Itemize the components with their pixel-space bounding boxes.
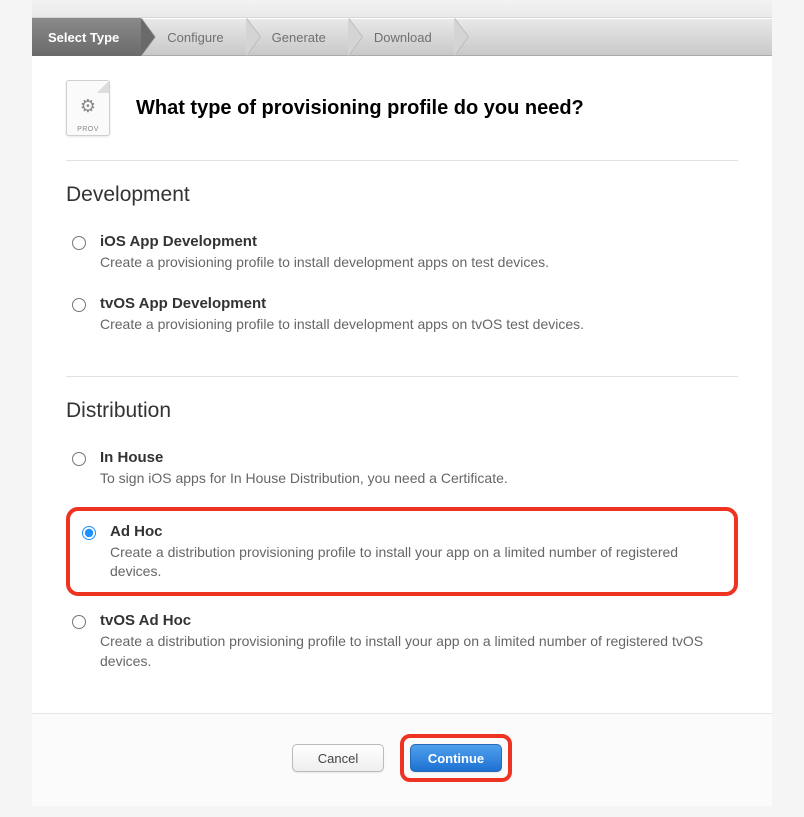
highlight-ad-hoc: Ad Hoc Create a distribution provisionin…: [66, 507, 738, 596]
step-configure[interactable]: Configure: [141, 18, 245, 56]
option-tvos-app-development[interactable]: tvOS App Development Create a provisioni…: [66, 291, 738, 353]
radio-ad-hoc[interactable]: [82, 526, 96, 540]
step-download[interactable]: Download: [348, 18, 454, 56]
option-ad-hoc[interactable]: Ad Hoc Create a distribution provisionin…: [76, 519, 728, 586]
option-desc: Create a distribution provisioning profi…: [100, 632, 732, 671]
divider: [66, 160, 738, 161]
step-generate[interactable]: Generate: [246, 18, 348, 56]
option-title: Ad Hoc: [110, 523, 722, 540]
step-bar: Select Type Configure Generate Download: [32, 18, 772, 56]
bottom-bar: Cancel Continue: [32, 713, 772, 806]
option-desc: Create a provisioning profile to install…: [100, 315, 732, 335]
option-title: iOS App Development: [100, 233, 732, 250]
option-in-house[interactable]: In House To sign iOS apps for In House D…: [66, 445, 738, 507]
cancel-button[interactable]: Cancel: [292, 744, 384, 772]
option-desc: To sign iOS apps for In House Distributi…: [100, 469, 732, 489]
option-desc: Create a distribution provisioning profi…: [110, 543, 722, 582]
provisioning-profile-icon: ⚙ PROV: [66, 80, 110, 136]
page-title: What type of provisioning profile do you…: [136, 97, 584, 120]
step-select-type[interactable]: Select Type: [32, 18, 141, 56]
divider: [66, 376, 738, 377]
section-development: Development iOS App Development Create a…: [66, 183, 738, 352]
highlight-continue: Continue: [400, 734, 512, 782]
option-title: tvOS Ad Hoc: [100, 612, 732, 629]
section-distribution: Distribution In House To sign iOS apps f…: [66, 399, 738, 689]
option-ios-app-development[interactable]: iOS App Development Create a provisionin…: [66, 229, 738, 291]
gear-icon: ⚙: [80, 97, 96, 115]
radio-in-house[interactable]: [72, 452, 86, 466]
continue-button[interactable]: Continue: [410, 744, 502, 772]
radio-tvos-app-development[interactable]: [72, 298, 86, 312]
option-title: In House: [100, 449, 732, 466]
radio-ios-app-development[interactable]: [72, 236, 86, 250]
option-tvos-ad-hoc[interactable]: tvOS Ad Hoc Create a distribution provis…: [66, 608, 738, 689]
option-title: tvOS App Development: [100, 295, 732, 312]
section-title-development: Development: [66, 183, 738, 207]
option-desc: Create a provisioning profile to install…: [100, 253, 732, 273]
section-title-distribution: Distribution: [66, 399, 738, 423]
radio-tvos-ad-hoc[interactable]: [72, 615, 86, 629]
